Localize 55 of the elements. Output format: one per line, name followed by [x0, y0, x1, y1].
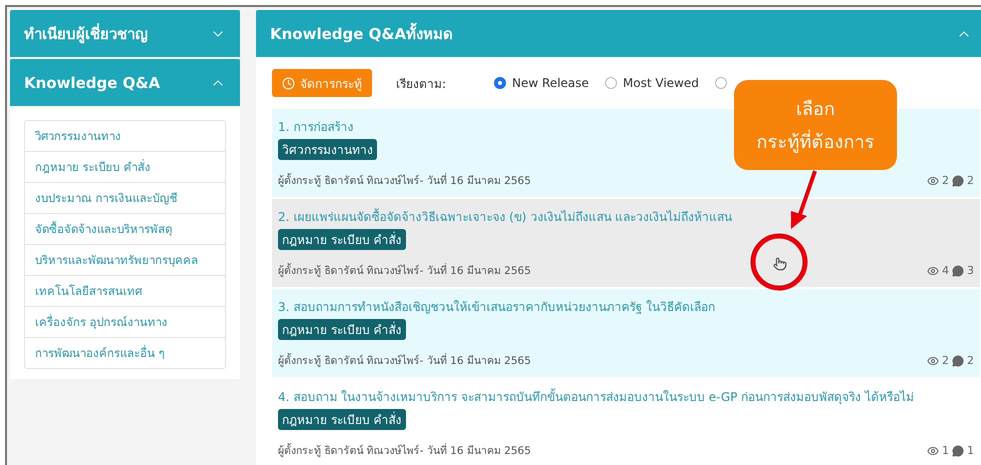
post-title[interactable]: 4. สอบถาม ในงานจ้างเหมาบริการ จะสามารถบันทึกขั้นตอนการส่งมอบงานในระบบ e-GP ก่อนการส่งมอบพัสดุจริง ได้หรือไม่ — [278, 387, 974, 406]
view-count: 2 — [942, 174, 949, 187]
post-title[interactable]: 3. สอบถามการทำหนังสือเชิญชวนให้เข้าเสนอราคากับหน่วยงานภาครัฐ ในวิธีคัดเลือก — [278, 297, 974, 316]
category-tag: กฎหมาย ระเบียบ คำสั่ง — [278, 409, 406, 430]
hand-cursor-icon — [773, 257, 787, 271]
view-count: 4 — [942, 264, 949, 277]
category-item[interactable]: วิศวกรรมงานทาง — [25, 121, 225, 152]
category-tag: กฎหมาย ระเบียบ คำสั่ง — [278, 319, 406, 340]
eye-icon — [927, 264, 939, 276]
category-item[interactable]: บริหารและพัฒนาทรัพยากรบุคคล — [25, 245, 225, 276]
comment-count: 1 — [967, 444, 974, 457]
comment-icon — [952, 174, 964, 186]
section-title: ทำเนียบผู้เชี่ยวชาญ — [24, 22, 148, 46]
radio-label: Most Viewed — [622, 76, 699, 90]
category-item[interactable]: การพัฒนาองค์กรและอื่น ๆ — [25, 338, 225, 368]
category-item[interactable]: เครื่องจักร อุปกรณ์งานทาง — [25, 307, 225, 338]
radio-button[interactable] — [714, 77, 727, 89]
post-meta: ผู้ตั้งกระทู้ ธิดารัตน์ ทิณวงษ์ไพร์- วันที่ 16 มีนาคม 2565 — [278, 172, 531, 189]
radio-button[interactable] — [604, 77, 617, 89]
category-item[interactable]: จัดซื้อจัดจ้างและบริหารพัสดุ — [25, 214, 225, 245]
comment-count: 2 — [967, 354, 974, 367]
section-header[interactable]: Knowledge Q&A — [10, 59, 240, 106]
sort-label: เรียงตาม: — [396, 76, 446, 92]
section-header[interactable]: ทำเนียบผู้เชี่ยวชาญ — [10, 10, 240, 57]
post-meta: ผู้ตั้งกระทู้ ธิดารัตน์ ทิณวงษ์ไพร์- วันที่ 16 มีนาคม 2565 — [278, 262, 531, 279]
view-count: 1 — [942, 444, 949, 457]
comment-count: 3 — [967, 264, 974, 277]
comment-icon — [952, 354, 964, 366]
eye-icon — [927, 444, 939, 456]
comment-icon — [952, 264, 964, 276]
highlight-circle — [750, 234, 808, 290]
category-tag: วิศวกรรมงานทาง — [278, 139, 377, 160]
eye-icon — [927, 174, 939, 186]
panel-title: Knowledge Q&Aทั้งหมด — [270, 22, 454, 44]
post-meta: ผู้ตั้งกระทู้ ธิดารัตน์ ทิณวงษ์ไพร์- วันที่ 16 มีนาคม 2565 — [278, 442, 531, 459]
comment-icon — [952, 444, 964, 456]
post-card[interactable]: 3. สอบถามการทำหนังสือเชิญชวนให้เข้าเสนอราคากับหน่วยงานภาครัฐ ในวิธีคัดเลือก กฎหมาย ระเบียบ คำสั่ง ผู้ตั้งกระทู้ ธิดารัตน์ ทิณวงษ์ไพร์- วันที่ 16 มีนาคม 2565 2 2 — [272, 289, 980, 377]
section-title: Knowledge Q&A — [24, 74, 160, 92]
comment-count: 2 — [967, 174, 974, 187]
post-title[interactable]: 2. เผยแพร่แผนจัดซื้อจัดจ้างวิธีเฉพาะเจาะจง (ข) วงเงินไม่ถึงแสน และวงเงินไม่ถึงห้าแสน — [278, 207, 974, 226]
clock-icon — [282, 76, 295, 90]
view-count: 2 — [942, 354, 949, 367]
post-card[interactable]: 2. เผยแพร่แผนจัดซื้อจัดจ้างวิธีเฉพาะเจาะจง (ข) วงเงินไม่ถึงแสน และวงเงินไม่ถึงห้าแสน กฎหมาย ระเบียบ คำสั่ง ผู้ตั้งกระทู้ ธิดารัตน์ ทิณวงษ์ไพร์- วันที่ 16 มีนาคม 2565 4 3 — [272, 199, 980, 287]
panel-header[interactable]: Knowledge Q&Aทั้งหมด — [256, 10, 981, 57]
radio-button[interactable] — [494, 77, 506, 89]
radio-label: New Release — [512, 76, 589, 90]
arrow — [791, 170, 817, 229]
manage-topics-button[interactable]: จัดการกระทู้ — [272, 69, 372, 97]
category-item[interactable]: กฎหมาย ระเบียบ คำสั่ง — [25, 152, 225, 183]
category-item[interactable]: เทคโนโลยีสารสนเทศ — [25, 276, 225, 307]
eye-icon — [927, 354, 939, 366]
post-meta: ผู้ตั้งกระทู้ ธิดารัตน์ ทิณวงษ์ไพร์- วันที่ 16 มีนาคม 2565 — [278, 352, 531, 369]
category-tag: กฎหมาย ระเบียบ คำสั่ง — [278, 229, 406, 250]
category-item[interactable]: งบประมาณ การเงินและบัญชี — [25, 183, 225, 214]
callout-text: กระทู้ที่ต้องการ — [756, 127, 874, 156]
